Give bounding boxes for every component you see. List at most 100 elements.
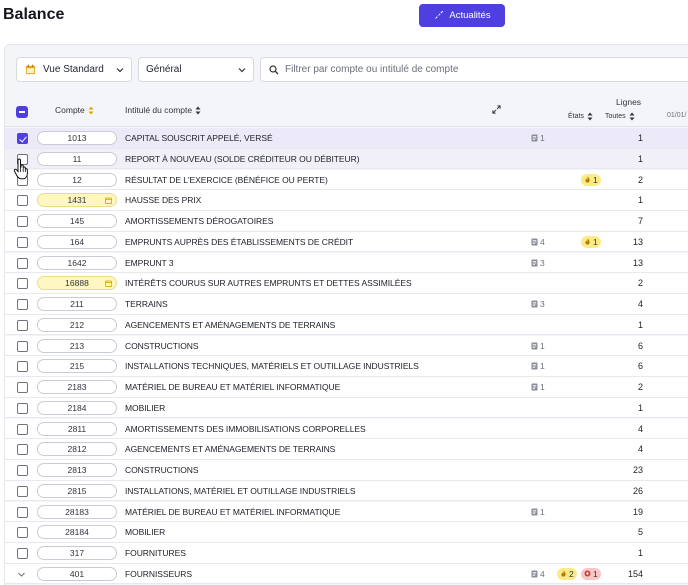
account-number-pill[interactable]: 2812	[37, 442, 117, 457]
table-row[interactable]: 2183 MATÉRIEL DE BUREAU ET MATÉRIEL INFOR…	[5, 377, 688, 398]
chevron-down-icon[interactable]	[17, 570, 26, 579]
account-number-pill[interactable]: 2184	[37, 400, 117, 415]
row-checkbox[interactable]	[17, 216, 28, 227]
view-select[interactable]: Vue Standard	[16, 57, 132, 82]
header-etats[interactable]: États	[568, 112, 593, 121]
select-all-checkbox[interactable]	[16, 106, 28, 118]
line-total: 6	[637, 361, 643, 372]
category-select[interactable]: Général	[138, 57, 254, 82]
table-row[interactable]: 1013 CAPITAL SOUSCRIT APPELÉ, VERSÉ 1 1	[5, 128, 688, 149]
account-number-pill[interactable]: 28183	[37, 504, 117, 519]
table-row[interactable]: 11 REPORT À NOUVEAU (SOLDE CRÉDITEUR OU D…	[5, 148, 688, 170]
row-checkbox[interactable]	[17, 382, 28, 393]
warning-badge[interactable]: 1	[581, 235, 601, 248]
row-checkbox[interactable]	[17, 506, 28, 518]
table-row[interactable]: 215 INSTALLATIONS TECHNIQUES, MATÉRIELS E…	[5, 356, 688, 377]
account-number-pill[interactable]: 2811	[37, 421, 117, 436]
table-row[interactable]: 164 EMPRUNTS AUPRÈS DES ÉTABLISSEMENTS DE…	[5, 231, 688, 253]
account-number-pill[interactable]: 212	[37, 317, 117, 332]
account-number-pill[interactable]: 1013	[37, 131, 117, 145]
row-checkbox[interactable]	[17, 299, 28, 310]
documents-count[interactable]: 1	[531, 360, 545, 372]
row-checkbox[interactable]	[17, 195, 28, 207]
account-number-pill[interactable]: 11	[37, 151, 117, 166]
table-row[interactable]: 1642 EMPRUNT 3 3 13	[5, 252, 688, 274]
account-label: CONSTRUCTIONS	[125, 465, 199, 475]
table-row[interactable]: 145 AMORTISSEMENTS DÉROGATOIRES 7	[5, 211, 688, 232]
table-row[interactable]: 2813 CONSTRUCTIONS 23	[5, 460, 688, 481]
table-row[interactable]: 2811 AMORTISSEMENTS DES IMMOBILISATIONS C…	[5, 418, 688, 440]
line-total: 1	[637, 195, 643, 206]
document-icon	[531, 383, 538, 391]
row-checkbox[interactable]	[17, 133, 28, 144]
account-number-pill[interactable]: 145	[37, 214, 117, 228]
row-checkbox[interactable]	[17, 361, 28, 373]
table-row[interactable]: 28183 MATÉRIEL DE BUREAU ET MATÉRIEL INFO…	[5, 501, 688, 523]
account-number-pill[interactable]: 1431	[37, 193, 117, 208]
table-row[interactable]: 12 RÉSULTAT DE L'EXERCICE (BÉNÉFICE OU PE…	[5, 169, 688, 191]
document-icon	[531, 259, 538, 266]
documents-count[interactable]: 3	[531, 298, 545, 310]
account-number-pill[interactable]: 401	[37, 566, 117, 581]
search-input[interactable]	[285, 64, 665, 75]
row-checkbox[interactable]	[17, 278, 28, 290]
line-total: 2	[637, 174, 643, 185]
row-checkbox[interactable]	[17, 257, 28, 269]
table-row[interactable]: 2184 MOBILIER 1	[5, 397, 688, 419]
row-checkbox[interactable]	[17, 548, 28, 559]
documents-count[interactable]: 1	[531, 340, 545, 352]
expand-columns-button[interactable]	[492, 105, 501, 114]
table-row[interactable]: 28184 MOBILIER 5	[5, 522, 688, 543]
account-number: 1431	[67, 195, 87, 206]
table-row[interactable]: 213 CONSTRUCTIONS 1 6	[5, 335, 688, 357]
account-number-pill[interactable]: 1642	[37, 255, 117, 270]
table-row[interactable]: 212 AGENCEMENTS ET AMÉNAGEMENTS DE TERRAI…	[5, 314, 688, 336]
account-number-pill[interactable]: 2183	[37, 380, 117, 394]
row-checkbox[interactable]	[17, 402, 28, 414]
documents-count[interactable]: 1	[531, 381, 545, 393]
row-checkbox[interactable]	[17, 423, 28, 435]
news-button[interactable]: Actualités	[419, 4, 505, 27]
table-row[interactable]: 2812 AGENCEMENTS ET AMÉNAGEMENTS DE TERRA…	[5, 439, 688, 460]
account-number-pill[interactable]: 211	[37, 297, 117, 311]
account-number-pill[interactable]: 213	[37, 338, 117, 353]
account-number-pill[interactable]: 2815	[37, 483, 117, 498]
documents-count-value: 3	[540, 257, 545, 268]
row-checkbox[interactable]	[17, 527, 28, 539]
documents-count[interactable]: 3	[531, 257, 545, 269]
search-box[interactable]	[260, 57, 688, 82]
account-number: 2184	[67, 402, 87, 413]
documents-count[interactable]: 1	[531, 132, 545, 144]
alert-count: 1	[593, 568, 598, 579]
header-toutes[interactable]: Toutes	[605, 112, 635, 121]
alert-badge[interactable]: 1	[581, 567, 601, 580]
account-number-pill[interactable]: 16888	[37, 276, 117, 291]
documents-count[interactable]: 4	[531, 568, 545, 580]
category-select-value: Général	[146, 64, 182, 75]
table-row[interactable]: 317 FOURNITURES 1	[5, 543, 688, 564]
account-number-pill[interactable]: 164	[37, 234, 117, 249]
header-intitule[interactable]: Intitulé du compte	[125, 105, 201, 115]
account-number: 28184	[65, 527, 89, 538]
account-number-pill[interactable]: 215	[37, 359, 117, 374]
table-row[interactable]: 16888 INTÉRÊTS COURUS SUR AUTRES EMPRUNTS…	[5, 273, 688, 294]
table-row[interactable]: 2815 INSTALLATIONS, MATÉRIEL ET OUTILLAGE…	[5, 480, 688, 502]
row-checkbox[interactable]	[17, 340, 28, 352]
account-number-pill[interactable]: 12	[37, 172, 117, 187]
row-checkbox[interactable]	[17, 465, 28, 476]
row-checkbox[interactable]	[17, 444, 28, 456]
row-checkbox[interactable]	[17, 485, 28, 497]
row-checkbox[interactable]	[17, 236, 28, 248]
row-checkbox[interactable]	[17, 319, 28, 331]
table-row[interactable]: 401 FOURNISSEURS 4 2 1 154	[5, 563, 688, 585]
table-row[interactable]: 211 TERRAINS 3 4	[5, 294, 688, 315]
header-compte[interactable]: Compte	[55, 105, 94, 115]
table-row[interactable]: 1431 HAUSSE DES PRIX 1	[5, 190, 688, 211]
account-number-pill[interactable]: 28184	[37, 525, 117, 540]
account-number-pill[interactable]: 317	[37, 546, 117, 560]
warning-badge[interactable]: 2	[557, 567, 577, 580]
documents-count[interactable]: 1	[531, 506, 545, 518]
documents-count[interactable]: 4	[531, 236, 545, 248]
account-number-pill[interactable]: 2813	[37, 463, 117, 477]
warning-badge[interactable]: 1	[581, 173, 601, 186]
